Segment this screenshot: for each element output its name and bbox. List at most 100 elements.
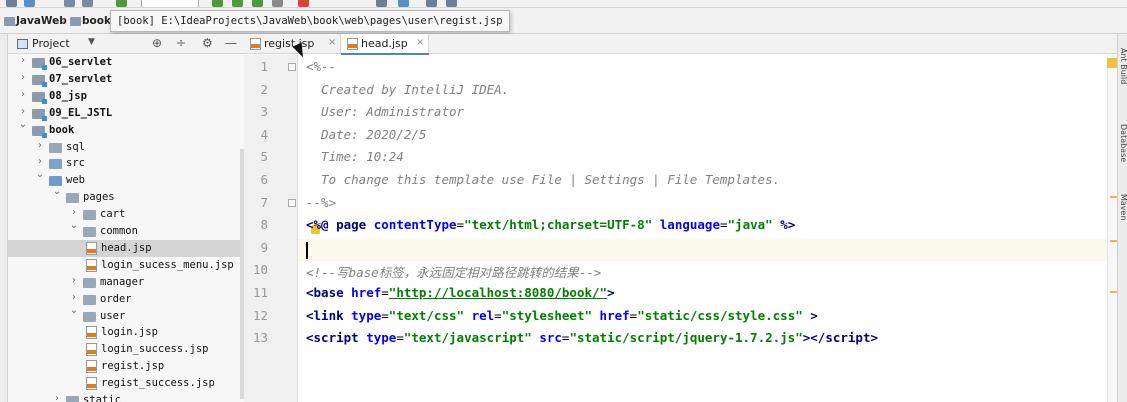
close-icon[interactable]: ×	[416, 37, 424, 48]
chevron-right-icon[interactable]: ›	[18, 89, 28, 100]
code-token: script	[825, 330, 871, 346]
tree-item[interactable]: head.jsp	[8, 239, 244, 257]
code-editor[interactable]: <%-- Created by IntelliJ IDEA. User: Adm…	[298, 55, 1107, 402]
search-icon[interactable]	[446, 0, 457, 7]
chevron-right-icon[interactable]: ›	[18, 72, 28, 83]
tree-item[interactable]: login_sucess_menu.jsp	[8, 257, 244, 274]
build-icon[interactable]	[116, 0, 127, 7]
profile-icon[interactable]	[272, 0, 283, 7]
sync-icon[interactable]	[24, 0, 35, 7]
collapse-all-icon[interactable]: ÷	[176, 36, 186, 50]
chevron-right-icon[interactable]: ›	[18, 55, 28, 66]
tree-item[interactable]: › 06_servlet	[8, 54, 244, 71]
chevron-right-icon[interactable]: ›	[35, 140, 45, 151]
line-number: 4	[260, 126, 268, 142]
wrench-icon[interactable]	[376, 0, 387, 7]
tree-item[interactable]: ⌄ pages	[8, 186, 244, 206]
locate-icon[interactable]: ⊕	[152, 36, 162, 50]
chevron-right-icon[interactable]: ›	[69, 292, 79, 303]
chevron-right-icon[interactable]: ›	[52, 393, 62, 402]
code-token: <%--	[306, 59, 337, 74]
editor-tab[interactable]: regist.jsp ×	[244, 34, 341, 54]
text-caret	[306, 242, 308, 259]
code-token: "http://localhost:8080/book/"	[388, 285, 608, 300]
code-line: To change this template use File | Setti…	[306, 172, 780, 187]
tree-item-label: cart	[100, 208, 126, 221]
debug-icon[interactable]	[232, 0, 243, 7]
line-number: 10	[252, 262, 268, 278]
code-token: page	[336, 217, 374, 233]
tree-item[interactable]: › 07_servlet	[8, 71, 244, 88]
code-token: href	[351, 285, 382, 300]
save-icon[interactable]	[6, 0, 17, 7]
chevron-right-icon[interactable]: ›	[18, 106, 28, 117]
editor-tab[interactable]: head.jsp ×	[341, 34, 429, 55]
back-icon[interactable]	[64, 0, 75, 7]
project-panel-header: Project ▼ ⊕ ÷ ⚙ —	[8, 34, 244, 54]
coverage-icon[interactable]	[252, 0, 263, 7]
breadcrumb-book[interactable]: book	[82, 15, 111, 27]
chevron-right-icon[interactable]: ›	[69, 275, 79, 286]
fold-marker-icon[interactable]	[288, 198, 296, 207]
code-token: --%>	[306, 194, 337, 210]
line-number: 8	[260, 217, 268, 233]
hide-panel-icon[interactable]: —	[225, 36, 237, 50]
tree-item[interactable]: › static	[8, 392, 244, 402]
terminal-icon[interactable]	[426, 0, 437, 7]
chevron-down-icon[interactable]: ▼	[88, 37, 95, 47]
close-icon[interactable]: ×	[328, 37, 336, 48]
chevron-down-icon[interactable]: ⌄	[69, 220, 79, 231]
fold-marker-icon[interactable]	[288, 63, 296, 71]
module-icon	[70, 17, 81, 26]
code-token: src	[539, 330, 562, 346]
editor-scrollbar[interactable]	[1107, 55, 1117, 402]
breadcrumb-javaweb[interactable]: JavaWeb	[16, 15, 67, 27]
chevron-down-icon[interactable]: ⌄	[52, 186, 62, 197]
project-panel-title[interactable]: Project	[32, 37, 70, 50]
tool-window-tab[interactable]: Database	[1119, 124, 1127, 162]
tree-item[interactable]: ⌄ common	[8, 220, 244, 240]
tree-item[interactable]: › order	[8, 291, 244, 308]
tree-item[interactable]: regist.jsp	[8, 358, 244, 375]
folder-icon	[66, 396, 79, 402]
tree-item[interactable]: ⌄ user	[8, 305, 244, 325]
inspection-status-icon[interactable]	[1107, 58, 1117, 68]
tool-window-tab[interactable]: Ant Build	[1119, 48, 1127, 84]
tree-item[interactable]: › cart	[8, 206, 244, 223]
project-icon	[4, 17, 15, 26]
chevron-right-icon[interactable]: ›	[69, 207, 79, 218]
forward-icon[interactable]	[82, 0, 93, 7]
tree-item[interactable]: ⌄ web	[8, 169, 244, 189]
tree-item[interactable]: › manager	[8, 274, 244, 291]
chevron-down-icon[interactable]: ⌄	[18, 119, 28, 130]
stop-icon[interactable]	[298, 0, 309, 7]
scroll-marker[interactable]	[1110, 196, 1117, 198]
gear-icon[interactable]: ⚙	[202, 36, 213, 50]
jsp-file-icon	[347, 38, 358, 50]
tool-window-tab[interactable]: Maven	[1119, 194, 1127, 221]
tree-item[interactable]: › 09_EL_JSTL	[8, 105, 244, 122]
tree-item[interactable]: › 08_jsp	[8, 88, 244, 105]
code-token: type	[366, 330, 397, 346]
folder-icon	[66, 193, 79, 204]
code-token: "text/html;charset=UTF-8"	[464, 217, 653, 233]
tree-item-label: login_success.jsp	[101, 343, 209, 356]
tree-item-label: src	[66, 157, 85, 170]
folder-icon	[83, 210, 96, 221]
chevron-down-icon[interactable]: ⌄	[35, 169, 45, 180]
line-number: 12	[252, 307, 268, 323]
tree-item[interactable]: › sql	[8, 139, 244, 156]
tree-item[interactable]: login.jsp	[8, 324, 244, 341]
code-line: Date: 2020/2/5	[306, 127, 426, 142]
chevron-right-icon[interactable]: ›	[35, 156, 45, 167]
structure-icon[interactable]	[398, 0, 409, 7]
rerun-icon[interactable]	[212, 0, 223, 7]
tree-item[interactable]: login_success.jsp	[8, 341, 244, 358]
scroll-marker[interactable]	[1110, 291, 1117, 293]
run-configuration-select[interactable]	[141, 0, 199, 7]
chevron-down-icon[interactable]: ⌄	[69, 305, 79, 316]
tree-item[interactable]: ⌄ book	[8, 119, 244, 139]
scroll-marker[interactable]	[1110, 240, 1117, 242]
tree-item-label: regist_success.jsp	[101, 377, 215, 390]
tree-item[interactable]: regist_success.jsp	[8, 375, 244, 392]
